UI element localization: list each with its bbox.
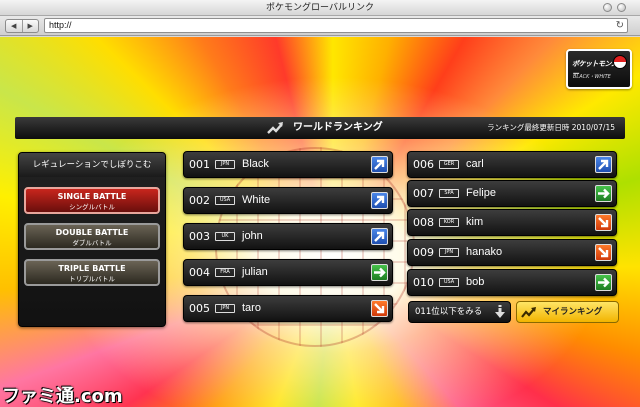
arrow-up-right-icon [371, 228, 388, 245]
arrow-up-right-icon [371, 156, 388, 173]
player-name: carl [466, 158, 484, 170]
country-flag-icon: JPN [439, 248, 459, 257]
triple-battle-button[interactable]: TRIPLE BATTLE トリプルバトル [24, 259, 160, 286]
rank-number: 002 [189, 194, 210, 207]
regulation-filter-panel: レギュレーションでしぼりこむ SINGLE BATTLE シングルバトル DOU… [18, 152, 166, 327]
arrow-down-right-icon [595, 214, 612, 231]
ranking-row-006[interactable]: 006 GER carl [407, 151, 617, 178]
browser-toolbar: ◀ ▶ http:// ↻ [0, 16, 640, 36]
zoom-button[interactable] [617, 3, 626, 12]
country-flag-icon: FRA [215, 268, 235, 277]
minimize-button[interactable] [603, 3, 612, 12]
player-name: taro [242, 302, 261, 314]
arrow-right-icon [595, 274, 612, 291]
player-name: White [242, 194, 271, 206]
ranking-row-001[interactable]: 001 JPN Black [183, 151, 393, 178]
regulation-filter-title: レギュレーションでしぼりこむ [19, 153, 165, 177]
last-updated: ランキング最終更新日時 2010/07/15 [487, 117, 615, 139]
arrow-right-icon [595, 185, 612, 202]
ranking-row-008[interactable]: 008 KOR kim [407, 209, 617, 236]
famitsu-watermark: ファミ通.com [2, 386, 123, 407]
ranking-row-007[interactable]: 007 SPA Felipe [407, 180, 617, 207]
window-title: ポケモングローバルリンク [266, 3, 374, 13]
double-battle-label: DOUBLE BATTLE [55, 228, 129, 237]
rank-number: 008 [413, 216, 434, 229]
my-ranking-label: マイランキング [543, 307, 603, 317]
rank-number: 006 [413, 158, 434, 171]
rising-trend-icon [267, 122, 283, 134]
country-flag-icon: JPN [215, 160, 235, 169]
my-ranking-button[interactable]: マイランキング [516, 301, 619, 323]
page-content: ポケットモンスター BLACK・WHITE ワールドランキング ランキング最終更… [0, 37, 640, 407]
double-battle-button[interactable]: DOUBLE BATTLE ダブルバトル [24, 223, 160, 250]
arrow-up-right-icon [595, 156, 612, 173]
back-button[interactable]: ◀ [6, 20, 22, 32]
player-name: julian [242, 266, 268, 278]
arrow-down-right-icon [595, 244, 612, 261]
single-battle-label: SINGLE BATTLE [57, 192, 127, 201]
single-battle-button[interactable]: SINGLE BATTLE シングルバトル [24, 187, 160, 214]
logo-subtext: BLACK・WHITE [573, 74, 611, 80]
last-updated-label: ランキング最終更新日時 [487, 123, 570, 132]
double-battle-sublabel: ダブルバトル [72, 239, 112, 247]
rank-number: 003 [189, 230, 210, 243]
rank-number: 010 [413, 276, 434, 289]
ranking-row-010[interactable]: 010 USA bob [407, 269, 617, 296]
address-text: http:// [49, 20, 72, 30]
arrow-right-icon [371, 264, 388, 281]
rank-number: 009 [413, 246, 434, 259]
show-more-button[interactable]: 011位以下をみる [408, 301, 511, 323]
reload-icon[interactable]: ↻ [616, 19, 624, 32]
single-battle-sublabel: シングルバトル [69, 203, 115, 211]
ranking-header: ワールドランキング ランキング最終更新日時 2010/07/15 [15, 117, 625, 139]
triple-battle-sublabel: トリプルバトル [69, 275, 115, 283]
ranking-row-005[interactable]: 005 JPN taro [183, 295, 393, 322]
forward-button[interactable]: ▶ [21, 20, 39, 32]
ranking-row-004[interactable]: 004 FRA julian [183, 259, 393, 286]
ranking-row-009[interactable]: 009 JPN hanako [407, 239, 617, 266]
player-name: bob [466, 276, 485, 288]
country-flag-icon: KOR [439, 218, 459, 227]
player-name: kim [466, 216, 484, 228]
rank-number: 005 [189, 302, 210, 315]
page-title: ワールドランキング [293, 122, 383, 133]
country-flag-icon: USA [215, 196, 235, 205]
rank-number: 007 [413, 187, 434, 200]
arrow-up-right-icon [371, 192, 388, 209]
window-title-bar: ポケモングローバルリンク [0, 0, 640, 16]
arrow-down-right-icon [371, 300, 388, 317]
arrow-down-icon [495, 305, 505, 318]
last-updated-date: 2010/07/15 [571, 123, 615, 132]
pokemon-logo: ポケットモンスター BLACK・WHITE [566, 49, 632, 89]
country-flag-icon: USA [439, 278, 459, 287]
player-name: Felipe [466, 187, 496, 199]
player-name: hanako [466, 246, 503, 258]
player-name: john [242, 230, 263, 242]
nav-buttons: ◀ ▶ [5, 19, 39, 33]
pokeball-icon [613, 55, 627, 69]
country-flag-icon: SPA [439, 189, 459, 198]
player-name: Black [242, 158, 269, 170]
country-flag-icon: GER [439, 160, 459, 169]
triple-battle-label: TRIPLE BATTLE [58, 264, 126, 273]
ranking-row-002[interactable]: 002 USA White [183, 187, 393, 214]
country-flag-icon: UK [215, 232, 235, 241]
show-more-label: 011位以下をみる [415, 307, 483, 317]
address-bar[interactable]: http:// ↻ [44, 18, 628, 33]
country-flag-icon: JPN [215, 304, 235, 313]
rising-trend-icon [521, 307, 536, 318]
ranking-row-003[interactable]: 003 UK john [183, 223, 393, 250]
rank-number: 001 [189, 158, 210, 171]
rank-number: 004 [189, 266, 210, 279]
